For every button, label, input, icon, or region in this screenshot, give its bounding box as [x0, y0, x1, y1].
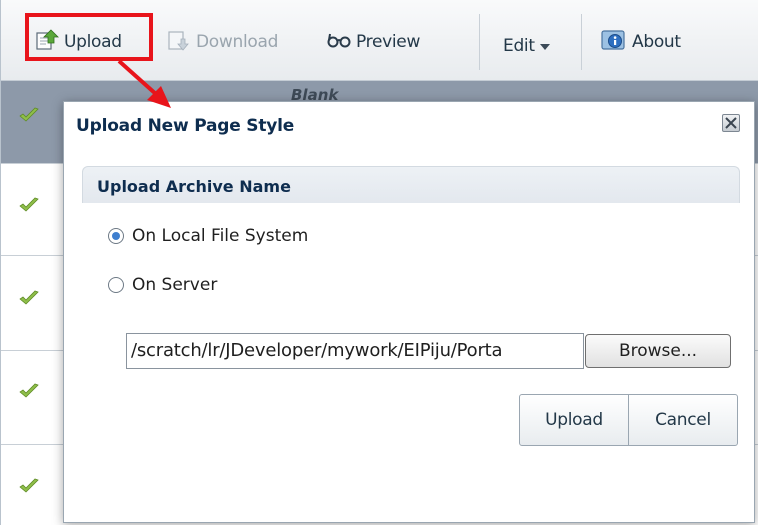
- application-frame: Upload Download Preview Edit About Blank…: [0, 0, 758, 525]
- annotation-arrow: [117, 59, 171, 108]
